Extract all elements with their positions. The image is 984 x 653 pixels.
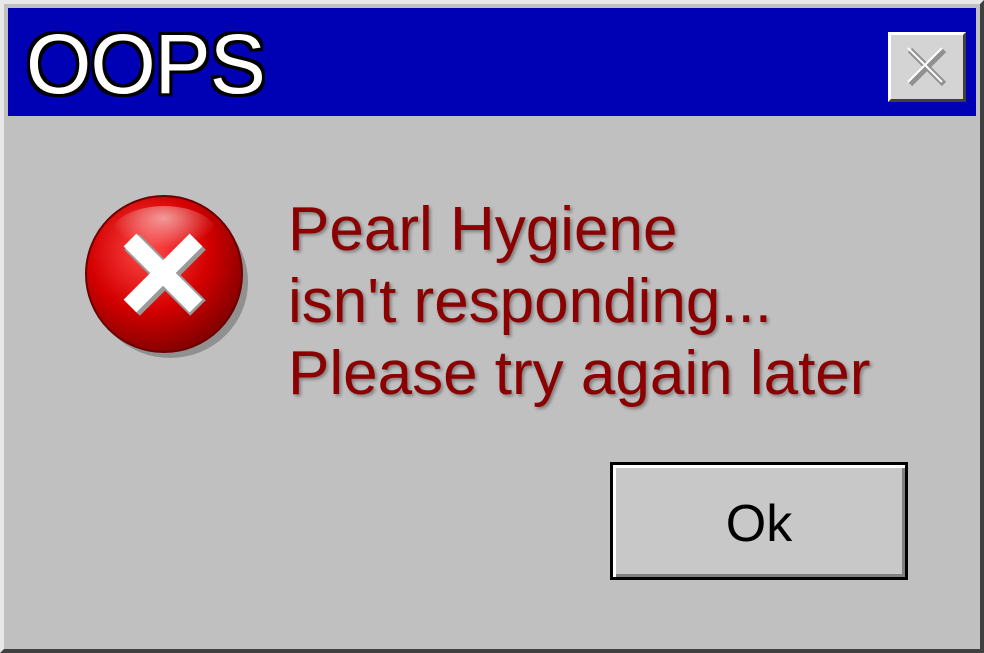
ok-button[interactable]: Ok [610, 462, 908, 580]
message-line-1: Pearl Hygiene [288, 195, 678, 264]
error-message: Pearl Hygiene isn't responding... Please… [288, 194, 968, 410]
message-line-3: Please try again later [288, 339, 871, 408]
title-bar[interactable]: OOPS [8, 8, 976, 116]
error-dialog-window: OOPS Pearl Hygiene isn't responding... P… [0, 0, 984, 653]
message-line-2: isn't responding... [288, 267, 773, 336]
close-button[interactable] [888, 32, 966, 102]
error-icon [80, 190, 250, 360]
window-title: OOPS [26, 17, 266, 111]
close-icon [907, 47, 947, 87]
